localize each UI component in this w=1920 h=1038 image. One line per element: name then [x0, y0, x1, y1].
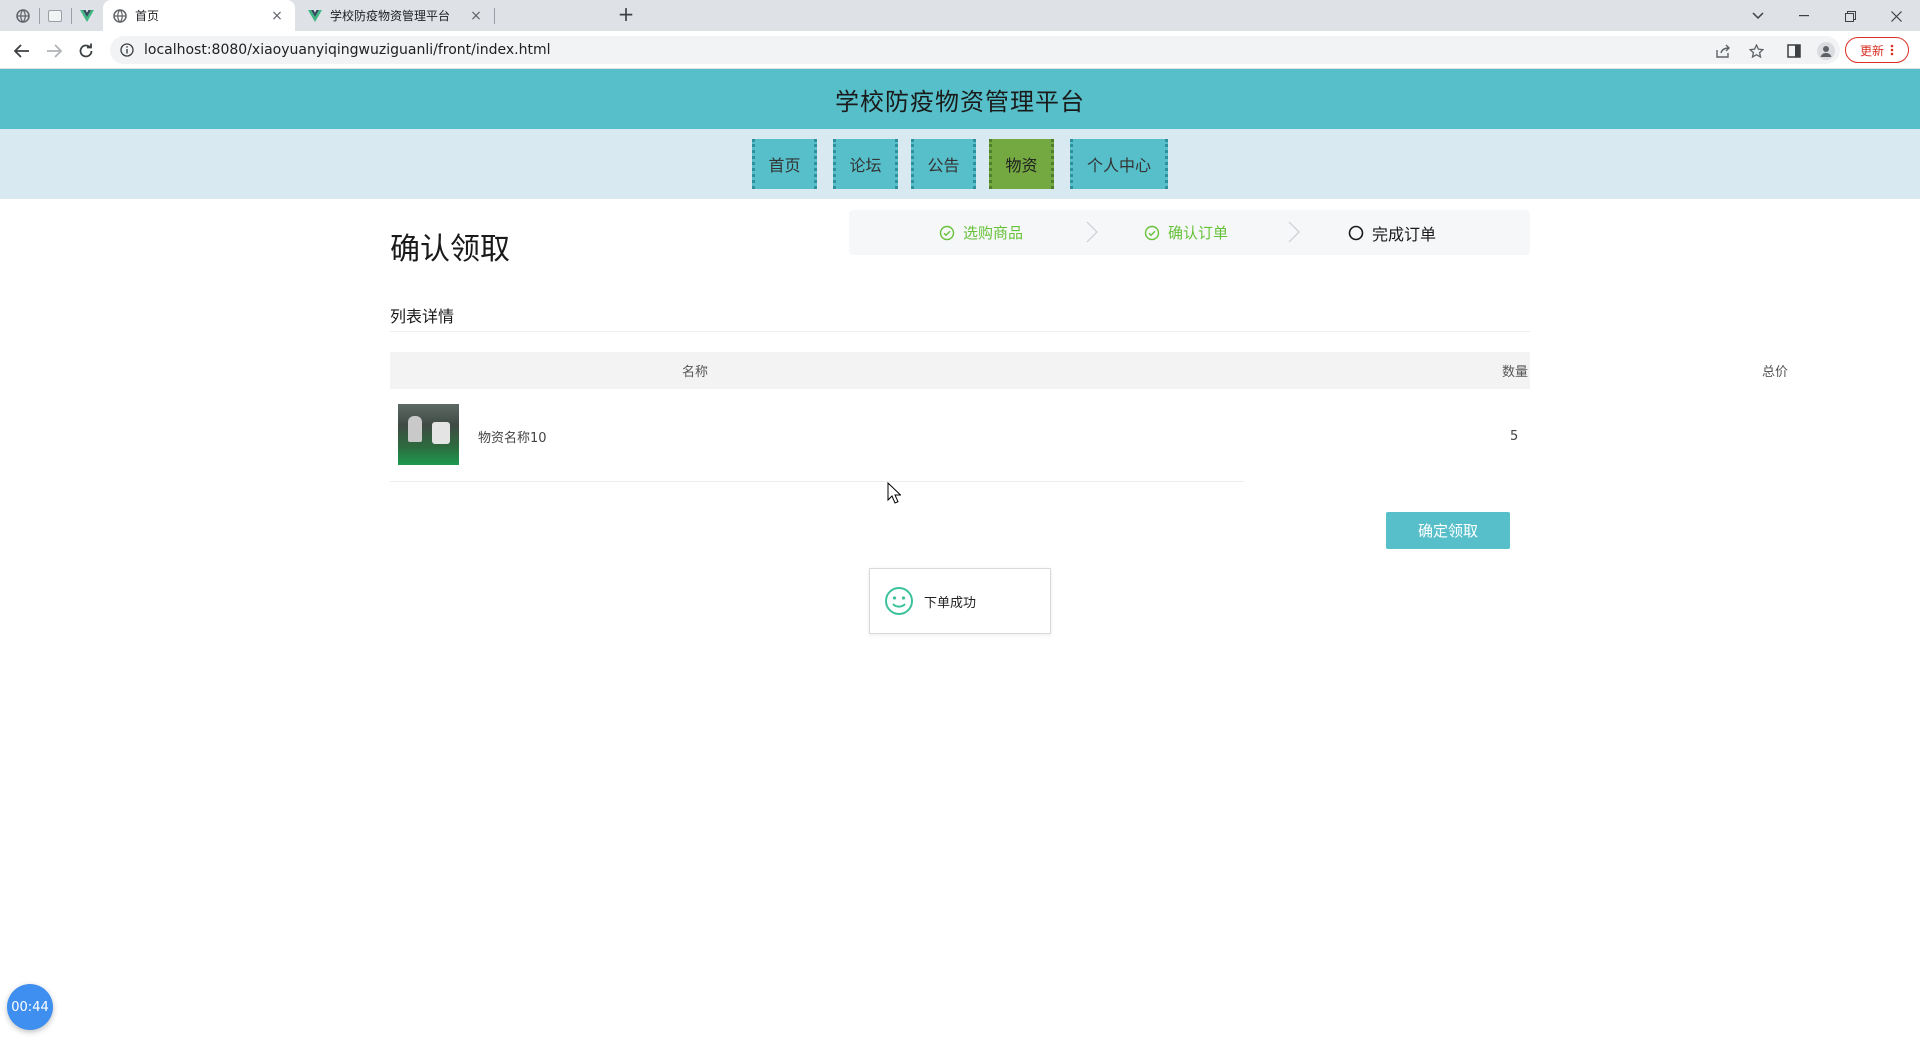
nav-item-label: 公告 — [927, 156, 960, 175]
close-window-button[interactable] — [1876, 4, 1916, 28]
nav-item-label: 物资 — [1005, 156, 1038, 175]
browser-tab-bar: 首页 × 学校防疫物资管理平台 × + — [0, 0, 1920, 31]
step-label: 选购商品 — [963, 224, 1024, 242]
pinned-tab-globe[interactable] — [13, 6, 33, 26]
page-title: 确认领取 — [390, 232, 510, 267]
restore-icon — [1844, 10, 1856, 22]
table-row: 物资名称10 5 — [390, 390, 1518, 482]
globe-icon — [113, 8, 127, 23]
step-confirm-order: 确认订单 — [1144, 210, 1228, 255]
tab-title: 学校防疫物资管理平台 — [330, 9, 451, 23]
nav-item-forum[interactable]: 论坛 — [833, 139, 898, 189]
timer-text: 00:44 — [11, 999, 49, 1015]
recording-timer[interactable]: 00:44 — [7, 984, 53, 1030]
divider — [390, 331, 1530, 332]
browser-toolbar: localhost:8080/xiaoyuanyiqingwuziguanli/… — [0, 31, 1920, 69]
section-label: 列表详情 — [390, 307, 455, 326]
product-thumbnail[interactable] — [398, 404, 459, 465]
product-name: 物资名称10 — [478, 430, 547, 446]
nav-item-notice[interactable]: 公告 — [911, 139, 976, 189]
step-select-goods: 选购商品 — [939, 210, 1023, 255]
smile-icon — [884, 586, 914, 616]
close-icon — [1890, 10, 1902, 22]
product-quantity: 5 — [1510, 428, 1519, 444]
reload-button[interactable] — [74, 39, 98, 63]
back-button[interactable] — [10, 39, 34, 63]
site-header: 学校防疫物资管理平台 — [0, 69, 1920, 129]
nav-item-label: 个人中心 — [1086, 156, 1151, 175]
url-text: localhost:8080/xiaoyuanyiqingwuziguanli/… — [144, 42, 551, 58]
side-panel-icon — [1787, 44, 1801, 58]
confirm-claim-button[interactable]: 确定领取 — [1386, 512, 1510, 549]
site-title: 学校防疫物资管理平台 — [835, 87, 1085, 116]
nav-item-label: 首页 — [768, 156, 801, 175]
tab-platform[interactable]: 学校防疫物资管理平台 × — [298, 0, 494, 31]
order-steps: 选购商品 确认订单 完成订单 — [849, 210, 1530, 255]
tab-separator — [39, 8, 40, 24]
page-icon — [48, 10, 62, 22]
nav-item-personal-center[interactable]: 个人中心 — [1070, 139, 1168, 189]
tab-search-button[interactable] — [1738, 4, 1778, 28]
minimize-icon — [1799, 15, 1809, 17]
column-header-total: 总价 — [1761, 365, 1788, 380]
vue-logo-icon — [80, 10, 94, 22]
nav-item-supplies[interactable]: 物资 — [989, 139, 1054, 189]
table-header: 名称 数量 总价 — [390, 352, 1788, 389]
vue-logo-icon — [308, 9, 322, 22]
reload-icon — [79, 43, 93, 58]
nav-item-home[interactable]: 首页 — [752, 139, 817, 189]
pinned-tab-blank[interactable] — [45, 6, 65, 26]
address-bar[interactable]: localhost:8080/xiaoyuanyiqingwuziguanli/… — [110, 36, 1840, 64]
update-button[interactable]: 更新 — [1845, 37, 1909, 63]
avatar-icon — [1817, 42, 1835, 60]
success-toast: 下单成功 — [869, 568, 1051, 634]
main-nav: 首页 论坛 公告 物资 个人中心 — [0, 129, 1920, 199]
new-tab-button[interactable]: + — [616, 2, 636, 26]
tab-home[interactable]: 首页 × — [103, 0, 295, 31]
chevron-down-icon — [1752, 12, 1764, 20]
bookmark-button[interactable] — [1744, 39, 1768, 63]
check-circle-icon — [939, 225, 955, 241]
column-header-name: 名称 — [681, 365, 708, 380]
step-label: 确认订单 — [1168, 224, 1229, 242]
close-icon[interactable]: × — [269, 8, 285, 24]
share-icon — [1715, 44, 1730, 58]
close-icon[interactable]: × — [468, 8, 484, 24]
minimize-button[interactable] — [1784, 4, 1824, 28]
star-icon — [1748, 43, 1764, 58]
restore-button[interactable] — [1830, 4, 1870, 28]
nav-item-label: 论坛 — [849, 156, 882, 175]
update-label: 更新 — [1859, 43, 1884, 58]
side-panel-button[interactable] — [1782, 39, 1806, 63]
more-vertical-icon — [1890, 44, 1894, 56]
chevron-right-icon — [1288, 221, 1300, 243]
step-label: 完成订单 — [1372, 224, 1437, 244]
mouse-cursor-icon — [887, 482, 901, 504]
tab-title: 首页 — [135, 9, 160, 23]
info-icon[interactable] — [120, 43, 134, 57]
pinned-tab-vue[interactable] — [77, 6, 97, 26]
forward-button[interactable] — [42, 39, 66, 63]
profile-button[interactable] — [1814, 39, 1838, 63]
tab-separator — [71, 8, 72, 24]
column-header-quantity: 数量 — [1501, 365, 1528, 380]
arrow-left-icon — [14, 44, 29, 58]
globe-icon — [16, 9, 30, 23]
circle-icon — [1348, 225, 1364, 241]
toast-message: 下单成功 — [924, 595, 977, 611]
arrow-right-icon — [47, 44, 62, 58]
chevron-right-icon — [1086, 221, 1098, 243]
share-button[interactable] — [1711, 39, 1735, 63]
check-circle-icon — [1144, 225, 1160, 241]
step-complete-order: 完成订单 — [1348, 210, 1436, 255]
tab-separator — [494, 8, 495, 24]
